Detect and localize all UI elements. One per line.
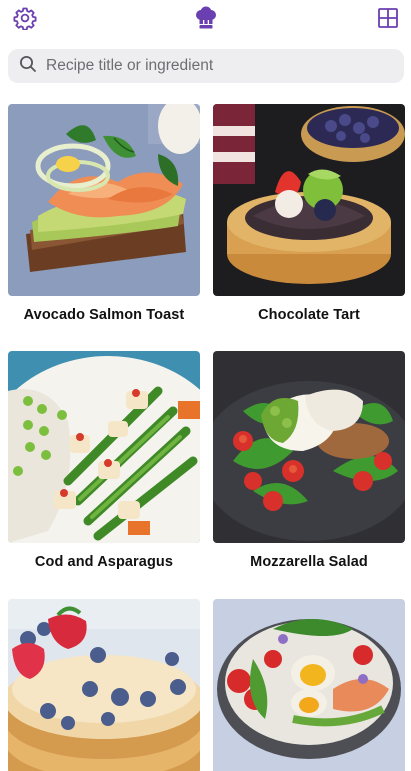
recipe-card[interactable]: Mozzarella Salad <box>213 351 405 570</box>
recipe-card[interactable]: Avocado Salmon Toast <box>8 104 200 323</box>
recipe-photo <box>8 599 200 771</box>
recipe-photo <box>213 599 405 771</box>
recipe-title: Mozzarella Salad <box>250 554 368 570</box>
recipe-card[interactable] <box>8 599 200 771</box>
layout-toggle-button[interactable] <box>372 4 404 36</box>
recipe-title: Avocado Salmon Toast <box>23 307 185 323</box>
recipe-title: Cod and Asparagus <box>34 554 174 570</box>
settings-button[interactable] <box>9 4 41 36</box>
recipe-photo <box>8 351 200 543</box>
search-bar <box>8 49 404 83</box>
recipe-photo <box>213 104 405 296</box>
search-icon <box>19 55 37 78</box>
recipe-card[interactable]: Cod and Asparagus <box>8 351 200 570</box>
app-logo <box>190 4 222 36</box>
recipe-photo <box>213 351 405 543</box>
grid-view-icon <box>377 7 399 34</box>
chef-hat-icon <box>193 5 219 36</box>
search-input[interactable] <box>46 57 376 75</box>
recipe-title: Chocolate Tart <box>258 307 360 323</box>
recipe-photo <box>8 104 200 296</box>
gear-icon <box>13 6 37 35</box>
recipe-card[interactable]: Chocolate Tart <box>213 104 405 323</box>
top-bar <box>0 0 411 40</box>
recipe-card[interactable] <box>213 599 405 771</box>
